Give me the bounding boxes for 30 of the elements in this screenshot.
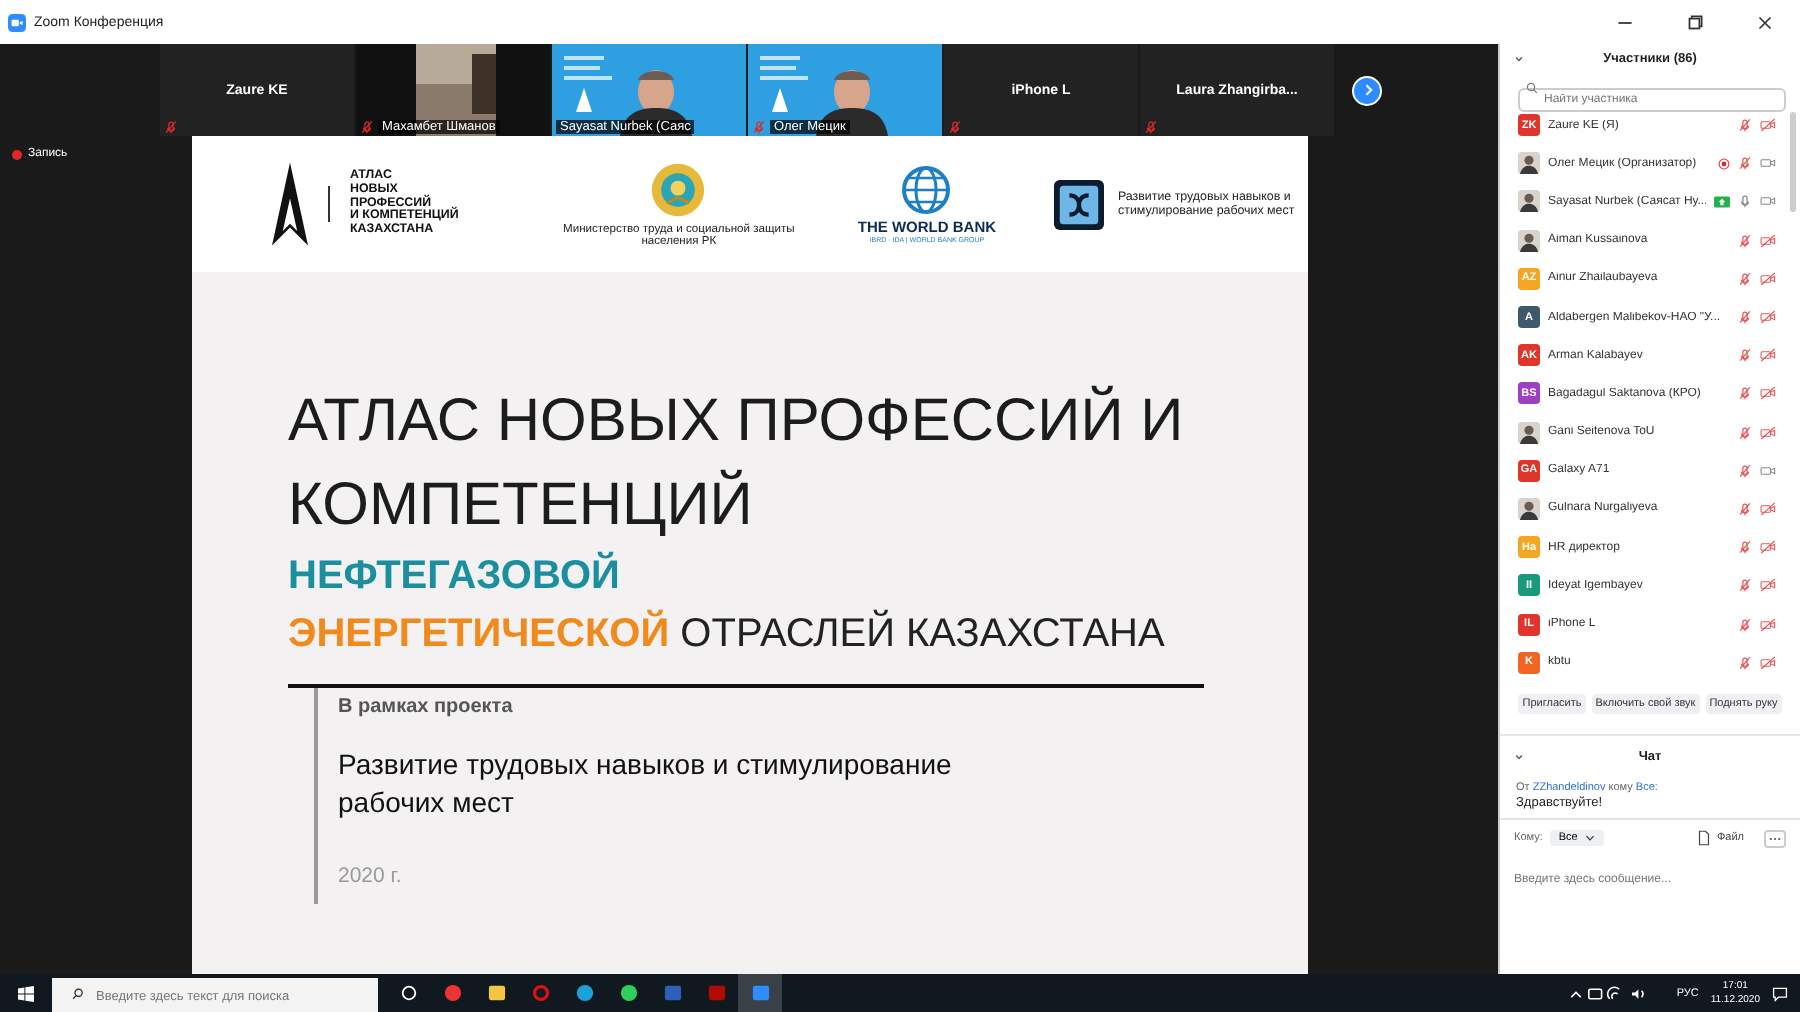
ornament-logo-icon <box>1054 179 1105 229</box>
emblem-icon <box>650 161 707 217</box>
notification-icon[interactable] <box>1772 985 1788 1001</box>
file-icon <box>1698 830 1711 846</box>
collapse-icon[interactable] <box>1512 51 1526 65</box>
slide-subtitle: НЕФТЕГАЗОВОЙ <box>288 549 622 602</box>
slide-subtitle: ЭНЕРГЕТИЧЕСКОЙ ОТРАСЛЕЙ КАЗАХСТАНА <box>288 607 1167 660</box>
close-icon[interactable] <box>1754 11 1776 33</box>
next-page-button[interactable] <box>1352 75 1382 105</box>
more-button[interactable] <box>1764 829 1786 847</box>
restore-icon[interactable] <box>1684 11 1706 33</box>
start-icon[interactable] <box>18 985 34 1001</box>
circle-icon[interactable] <box>399 984 417 1002</box>
avatar-icon <box>1518 190 1540 213</box>
year-label: 2020 г. <box>338 863 404 888</box>
avatar-icon <box>1518 421 1540 444</box>
avatar-icon <box>1518 152 1540 175</box>
record-icon <box>12 149 22 159</box>
avatar-icon <box>1518 229 1540 252</box>
app-icon <box>8 13 26 31</box>
slide-title: АТЛАС НОВЫХ ПРОФЕССИЙ И КОМПЕТЕНЦИЙ <box>288 383 1186 542</box>
atlas-logo-icon <box>272 160 308 248</box>
search-icon <box>72 987 84 999</box>
caret-icon <box>1583 832 1596 844</box>
collapse-icon[interactable] <box>1512 749 1526 763</box>
project-caption: В рамках проекта <box>338 696 515 718</box>
avatar-icon <box>1518 497 1540 520</box>
search-icon <box>1526 82 1538 94</box>
project-title: Развитие трудовых навыков и стимулирование рабочих мест <box>338 746 954 822</box>
globe-icon <box>902 165 951 213</box>
